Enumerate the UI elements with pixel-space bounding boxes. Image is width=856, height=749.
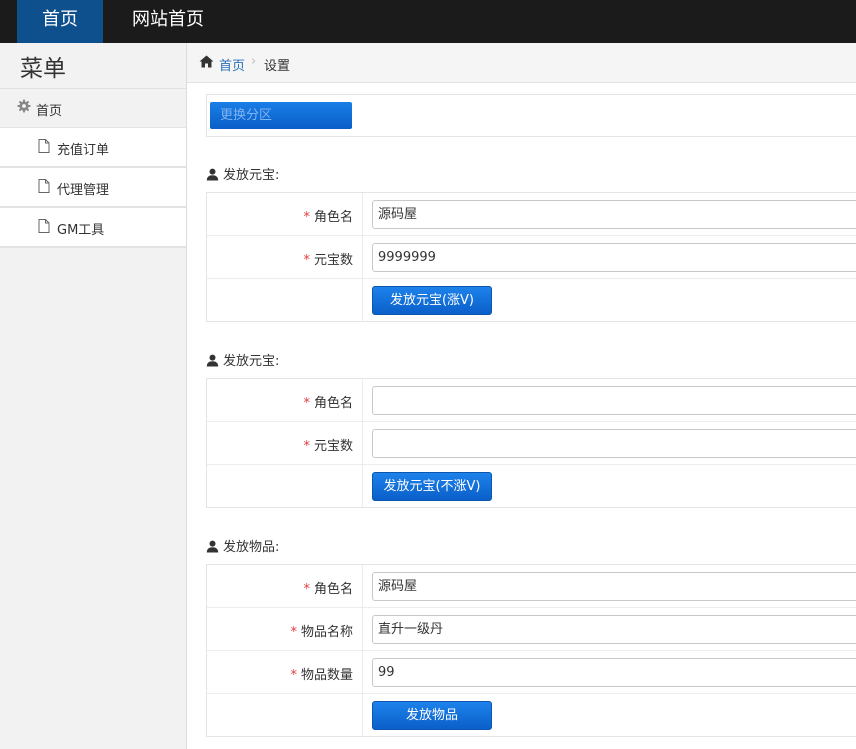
form-row: 发放元宝(涨V) xyxy=(207,279,856,321)
sidebar-item-gm-tools[interactable]: GM工具 xyxy=(0,207,186,248)
section-title: 发放物品: xyxy=(206,536,279,557)
sidebar-item-agent-management[interactable]: 代理管理 xyxy=(0,167,186,208)
sidebar-item-label: GM工具 xyxy=(57,223,105,238)
user-icon xyxy=(206,540,219,557)
field-label: * 角色名 xyxy=(303,396,353,411)
section-title: 发放元宝: xyxy=(206,350,279,371)
sidebar-item-recharge-orders[interactable]: 充值订单 xyxy=(0,127,186,168)
user-icon xyxy=(206,168,219,185)
field-label: * 角色名 xyxy=(303,582,353,597)
grant-ingot-vip-form: * 角色名 源码屋 * 元宝数 9999999 发放元宝(涨V) xyxy=(206,192,856,322)
sidebar-item-label: 代理管理 xyxy=(57,183,110,198)
form-row: * 角色名 源码屋 xyxy=(207,193,856,236)
grant-ingot-no-vip-button[interactable]: 发放元宝(不涨V) xyxy=(372,472,492,501)
role-name-input[interactable] xyxy=(372,386,856,415)
sidebar-title: 菜单 xyxy=(20,56,66,82)
document-icon xyxy=(38,139,50,157)
home-icon xyxy=(199,55,214,72)
user-icon xyxy=(206,354,219,371)
form-row: * 角色名 xyxy=(207,379,856,422)
document-icon xyxy=(38,179,50,197)
section-title-text: 发放元宝: xyxy=(223,354,280,369)
sidebar-item-label: 首页 xyxy=(36,104,63,119)
field-label: * 物品名称 xyxy=(290,625,353,640)
section-title-text: 发放元宝: xyxy=(223,168,280,183)
ingot-amount-input[interactable] xyxy=(372,429,856,458)
nav-home-link[interactable]: 首页 xyxy=(17,0,103,43)
breadcrumb: 首页 › 设置 xyxy=(187,43,856,83)
top-navbar: 首页 网站首页 xyxy=(0,0,856,43)
form-row: 发放元宝(不涨V) xyxy=(207,465,856,507)
field-label: * 物品数量 xyxy=(290,668,353,683)
breadcrumb-current: 设置 xyxy=(264,59,291,74)
grant-item-button[interactable]: 发放物品 xyxy=(372,701,492,730)
item-quantity-input[interactable]: 99 xyxy=(372,658,856,687)
form-row: 发放物品 xyxy=(207,694,856,736)
breadcrumb-separator-icon: › xyxy=(251,54,257,69)
form-row: * 物品数量 99 xyxy=(207,651,856,694)
document-icon xyxy=(38,219,50,237)
section-title-text: 发放物品: xyxy=(223,540,280,555)
sidebar-item-home[interactable]: 首页 xyxy=(0,89,186,127)
field-label: * 元宝数 xyxy=(303,253,353,268)
item-name-input[interactable]: 直升一级丹 xyxy=(372,615,856,644)
region-switch-panel: 更换分区 xyxy=(206,94,856,137)
change-region-button[interactable]: 更换分区 xyxy=(210,102,352,129)
grant-ingot-no-vip-form: * 角色名 * 元宝数 发放元宝(不涨V) xyxy=(206,378,856,508)
form-row: * 元宝数 xyxy=(207,422,856,465)
breadcrumb-home-link[interactable]: 首页 xyxy=(219,55,245,74)
grant-item-form: * 角色名 源码屋 * 物品名称 直升一级丹 * 物品数量 99 发放物品 xyxy=(206,564,856,737)
field-label: * 角色名 xyxy=(303,210,353,225)
nav-site-home-link[interactable]: 网站首页 xyxy=(103,0,233,43)
form-row: * 元宝数 9999999 xyxy=(207,236,856,279)
sidebar: 菜单 首页 充值订单 代理管理 GM工具 xyxy=(0,43,187,749)
sidebar-item-label: 充值订单 xyxy=(57,143,110,158)
form-row: * 角色名 源码屋 xyxy=(207,565,856,608)
ingot-amount-input[interactable]: 9999999 xyxy=(372,243,856,272)
role-name-input[interactable]: 源码屋 xyxy=(372,200,856,229)
gear-icon xyxy=(17,99,31,117)
grant-ingot-vip-button[interactable]: 发放元宝(涨V) xyxy=(372,286,492,315)
form-row: * 物品名称 直升一级丹 xyxy=(207,608,856,651)
field-label: * 元宝数 xyxy=(303,439,353,454)
role-name-input[interactable]: 源码屋 xyxy=(372,572,856,601)
section-title: 发放元宝: xyxy=(206,164,279,185)
